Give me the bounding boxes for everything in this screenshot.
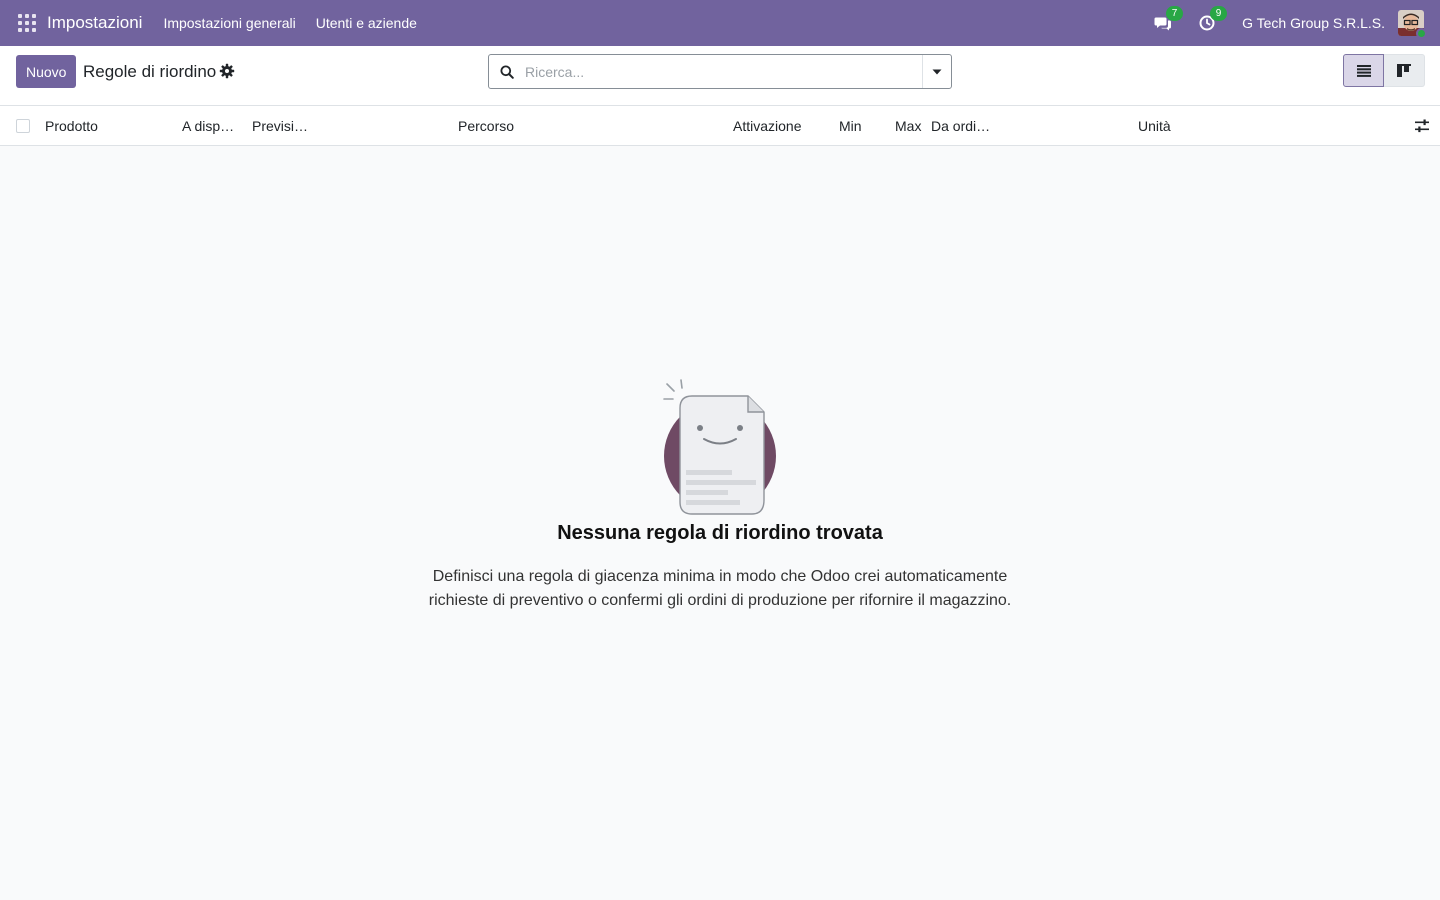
activities-button[interactable]: 9 bbox=[1198, 6, 1228, 33]
systray: 7 9 G Tech Group S.R.L.S. bbox=[1154, 0, 1440, 46]
empty-state-line-1: Definisci una regola di giacenza minima … bbox=[432, 568, 1008, 585]
messages-count-badge: 7 bbox=[1166, 6, 1184, 21]
activities-count-badge: 9 bbox=[1210, 6, 1228, 21]
column-header-max[interactable]: Max bbox=[895, 118, 921, 134]
search-input[interactable] bbox=[525, 55, 922, 88]
main-navbar: Impostazioni Impostazioni generali Utent… bbox=[0, 0, 1440, 46]
empty-state-title: Nessuna regola di riordino trovata bbox=[557, 522, 883, 544]
online-status-dot bbox=[1416, 28, 1427, 39]
search-options-toggle[interactable] bbox=[922, 55, 951, 88]
column-header-product[interactable]: Prodotto bbox=[45, 118, 98, 134]
view-switcher bbox=[1343, 54, 1425, 87]
optional-columns-icon[interactable] bbox=[1414, 118, 1430, 134]
gear-icon[interactable] bbox=[219, 63, 235, 79]
empty-state-line-2: richieste di preventivo o confermi gli o… bbox=[428, 592, 1012, 609]
column-header-min[interactable]: Min bbox=[839, 118, 862, 134]
nav-menu: Impostazioni generali Utenti e aziende bbox=[163, 15, 436, 31]
user-avatar[interactable] bbox=[1398, 10, 1427, 39]
search-bar bbox=[488, 54, 952, 89]
caret-down-icon bbox=[932, 69, 942, 74]
select-all-checkbox[interactable] bbox=[16, 119, 30, 133]
column-header-to-order[interactable]: Da ordi… bbox=[931, 118, 990, 134]
list-view-icon bbox=[1356, 64, 1371, 77]
column-header-on-hand[interactable]: A disp… bbox=[182, 118, 234, 134]
empty-document-illustration bbox=[663, 379, 776, 515]
page-title: Regole di riordino bbox=[83, 62, 217, 81]
list-header: Prodotto A disp… Previsi… Percorso Attiv… bbox=[0, 106, 1440, 146]
company-switcher[interactable]: G Tech Group S.R.L.S. bbox=[1242, 15, 1385, 31]
kanban-view-icon bbox=[1397, 64, 1411, 77]
search-icon bbox=[500, 65, 514, 79]
kanban-view-button[interactable] bbox=[1384, 54, 1425, 87]
nav-item-users-companies[interactable]: Utenti e aziende bbox=[316, 15, 417, 31]
column-header-route[interactable]: Percorso bbox=[458, 118, 514, 134]
nav-item-general-settings[interactable]: Impostazioni generali bbox=[163, 15, 295, 31]
column-header-trigger[interactable]: Attivazione bbox=[733, 118, 801, 134]
messages-button[interactable]: 7 bbox=[1154, 6, 1184, 33]
list-view-button[interactable] bbox=[1343, 54, 1384, 87]
control-panel: Nuovo Regole di riordino bbox=[0, 46, 1440, 106]
new-button[interactable]: Nuovo bbox=[16, 55, 77, 88]
column-header-forecast[interactable]: Previsi… bbox=[252, 118, 308, 134]
column-header-unit[interactable]: Unità bbox=[1138, 118, 1171, 134]
apps-menu-icon[interactable] bbox=[18, 14, 36, 32]
app-name[interactable]: Impostazioni bbox=[47, 13, 142, 33]
empty-state-description: Definisci una regola di giacenza minima … bbox=[400, 565, 1040, 613]
